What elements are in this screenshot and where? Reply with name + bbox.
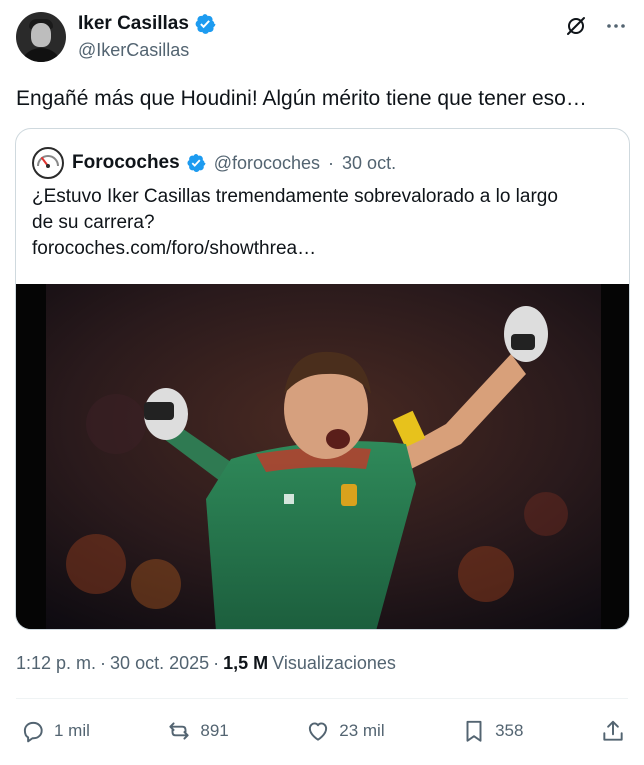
quoted-display-name[interactable]: Forocoches (72, 152, 180, 174)
tweet-container: Iker Casillas @IkerCasillas Engañé más q… (0, 0, 644, 765)
quoted-separator: · (328, 152, 335, 173)
divider (16, 698, 628, 699)
views-label[interactable]: Visualizaciones (272, 653, 396, 674)
author-name-row: Iker Casillas (78, 13, 216, 35)
quoted-avatar[interactable] (32, 147, 64, 179)
quoted-text-line1: ¿Estuvo Iker Casillas tremendamente sobr… (32, 186, 558, 207)
avatar-shoulders (19, 48, 63, 62)
top-actions (564, 14, 628, 38)
quoted-text-line2: de su carrera? (32, 212, 155, 233)
goalkeeper-celebration-photo (16, 284, 629, 629)
quoted-header: Forocoches @forocoches · 30 oct. (32, 147, 396, 179)
author-avatar[interactable] (16, 12, 66, 62)
reply-count: 1 mil (54, 721, 90, 740)
share-button[interactable] (600, 718, 626, 744)
author-display-name[interactable]: Iker Casillas (78, 13, 189, 35)
tweet-meta: 1:12 p. m. · 30 oct. 2025 · 1,5 M Visual… (16, 653, 396, 674)
author-handle[interactable]: @IkerCasillas (78, 40, 189, 61)
quoted-date[interactable]: 30 oct. (342, 153, 396, 174)
quoted-handle[interactable]: @forocoches (214, 153, 320, 174)
quoted-verified-badge-icon (187, 154, 206, 172)
like-button[interactable]: 23 mil (305, 718, 385, 744)
views-count: 1,5 M (223, 653, 269, 673)
bookmark-icon (466, 720, 482, 742)
repost-count: 891 (200, 721, 229, 740)
speedometer-icon (37, 155, 59, 168)
tweet-date[interactable]: 30 oct. 2025 (110, 653, 209, 674)
quoted-media-image[interactable] (16, 284, 629, 629)
meta-separator: · (100, 653, 107, 673)
tweet-text: Engañé más que Houdini! Algún mérito tie… (16, 87, 587, 110)
action-bar: 1 mil 891 23 mil 358 (20, 716, 626, 746)
like-icon (309, 722, 328, 741)
bookmark-count: 358 (495, 721, 524, 740)
quoted-tweet-card[interactable]: Forocoches @forocoches · 30 oct. ¿Estuvo… (15, 128, 630, 630)
meta-separator: · (213, 653, 220, 673)
avatar-face (31, 23, 51, 47)
grok-icon[interactable] (564, 14, 588, 38)
bookmark-button[interactable]: 358 (461, 718, 523, 744)
reply-icon (23, 721, 43, 743)
repost-button[interactable]: 891 (166, 718, 229, 744)
repost-icon (169, 722, 190, 740)
verified-badge-icon (195, 14, 216, 34)
more-icon[interactable] (604, 14, 628, 38)
quoted-text: ¿Estuvo Iker Casillas tremendamente sobr… (32, 184, 617, 262)
like-count: 23 mil (339, 721, 385, 740)
tweet-time[interactable]: 1:12 p. m. (16, 653, 96, 674)
reply-button[interactable]: 1 mil (20, 718, 90, 744)
quoted-link[interactable]: forocoches.com/foro/showthrea… (32, 236, 617, 262)
share-icon (603, 720, 623, 741)
